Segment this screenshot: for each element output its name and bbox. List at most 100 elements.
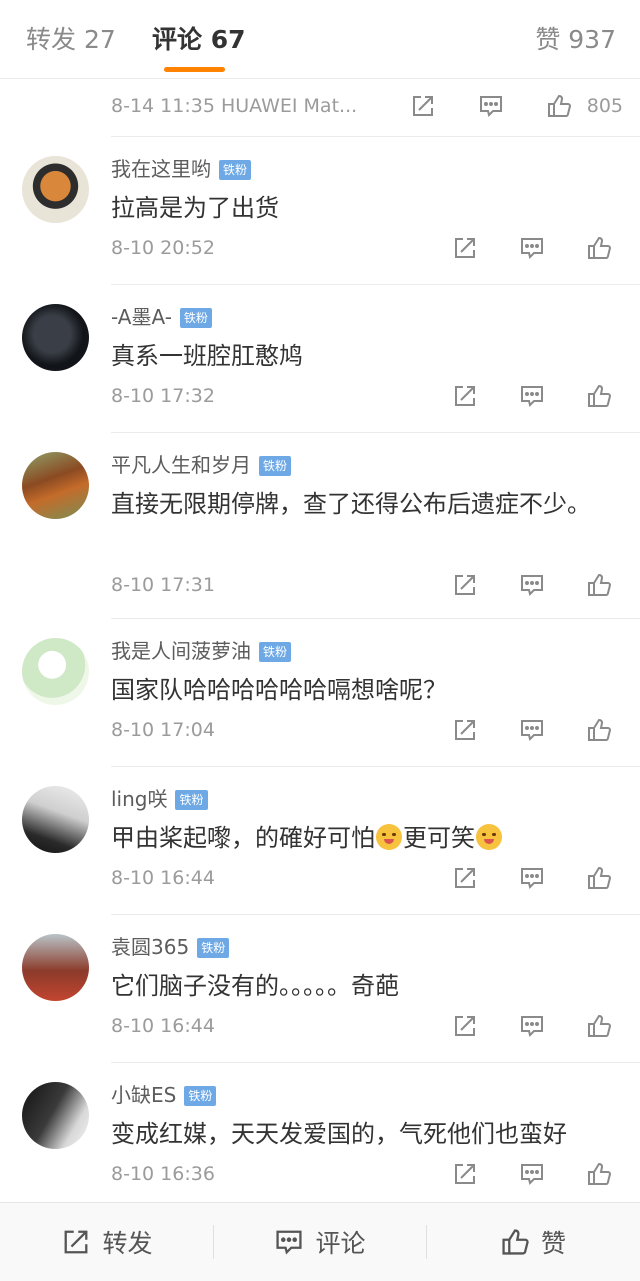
repost-icon[interactable] xyxy=(451,571,479,599)
fan-badge: 铁粉 xyxy=(219,160,252,180)
comment-time: 8-10 17:32 xyxy=(111,385,215,407)
comment-meta: 8-10 16:36 xyxy=(111,1156,623,1192)
like-button-label: 赞 xyxy=(540,1229,566,1258)
comment-icon[interactable] xyxy=(518,234,546,262)
tab-likes[interactable]: 赞 937 xyxy=(535,22,616,58)
username-text: 我是人间菠萝油 xyxy=(111,639,251,663)
comment-text: 真系一班腔肛憨鸠 xyxy=(111,336,626,377)
like-button[interactable]: 赞 xyxy=(426,1203,639,1281)
username[interactable]: 袁圆365 铁粉 xyxy=(111,932,230,962)
avatar[interactable] xyxy=(22,934,89,1001)
comment-meta: 8-10 16:44 xyxy=(111,1008,623,1044)
repost-button-label: 转发 xyxy=(102,1229,153,1258)
fan-badge: 铁粉 xyxy=(184,1086,217,1106)
divider xyxy=(111,136,640,137)
avatar[interactable] xyxy=(22,638,89,705)
username[interactable]: 我是人间菠萝油 铁粉 xyxy=(111,636,292,666)
like-count: 805 xyxy=(586,95,623,117)
comment-button-label: 评论 xyxy=(315,1229,366,1258)
comment-button[interactable]: 评论 xyxy=(213,1203,426,1281)
smile-emoji-icon xyxy=(476,824,502,850)
comment-text: 拉高是为了出货 xyxy=(111,188,626,229)
avatar[interactable] xyxy=(22,1082,89,1149)
comment-meta: 8-10 17:32 xyxy=(111,378,623,414)
like-icon[interactable] xyxy=(545,92,573,120)
repost-icon[interactable] xyxy=(451,1012,479,1040)
username[interactable]: ling咲 铁粉 xyxy=(111,784,208,814)
comment-text-part: 甲由桨起嚟，的確好可怕 xyxy=(111,824,375,852)
divider xyxy=(111,1062,640,1063)
like-icon xyxy=(502,1229,529,1255)
comment-time: 8-10 16:44 xyxy=(111,867,215,889)
fan-badge: 铁粉 xyxy=(259,456,292,476)
username[interactable]: 小缺ES 铁粉 xyxy=(111,1080,217,1110)
yum-emoji-icon xyxy=(376,824,402,850)
repost-icon[interactable] xyxy=(451,716,479,744)
active-tab-indicator xyxy=(164,67,225,72)
comment-meta: 8-10 17:31 xyxy=(111,567,623,603)
repost-icon[interactable] xyxy=(451,382,479,410)
like-icon[interactable] xyxy=(585,571,613,599)
comment-text-content: 变成红媒，天天发爱国的，气死他们也蛮好 xyxy=(111,1120,567,1148)
like-icon[interactable] xyxy=(585,234,613,262)
username-text: ling咲 xyxy=(111,787,168,811)
repost-icon xyxy=(65,1230,88,1254)
username[interactable]: 我在这里哟 铁粉 xyxy=(111,154,252,184)
username[interactable]: -A墨A- 铁粉 xyxy=(111,302,212,332)
comment-time: 8-10 16:36 xyxy=(111,1163,215,1185)
comment-meta: 8-10 20:52 xyxy=(111,230,623,266)
repost-icon[interactable] xyxy=(451,234,479,262)
username-text: 我在这里哟 xyxy=(111,157,211,181)
comment-icon[interactable] xyxy=(518,864,546,892)
username[interactable]: 平凡人生和岁月 铁粉 xyxy=(111,450,292,480)
comment-time: 8-10 16:44 xyxy=(111,1015,215,1037)
tab-repost[interactable]: 转发 27 xyxy=(26,22,116,58)
comment-icon[interactable] xyxy=(518,1160,546,1188)
comment-text-content: 它们脑子没有的。。。。。奇葩 xyxy=(111,972,399,1000)
avatar[interactable] xyxy=(22,786,89,853)
username-text: -A墨A- xyxy=(111,305,172,329)
username-text: 袁圆365 xyxy=(111,935,190,959)
divider xyxy=(111,284,640,285)
fan-badge: 铁粉 xyxy=(197,938,230,958)
repost-icon[interactable] xyxy=(409,92,437,120)
fan-badge: 铁粉 xyxy=(259,642,292,662)
username-text: 平凡人生和岁月 xyxy=(111,453,251,477)
like-icon[interactable] xyxy=(585,382,613,410)
comment-meta: 8-10 16:44 xyxy=(111,860,623,896)
comment-time: 8-10 20:52 xyxy=(111,237,215,259)
comment-time: 8-10 17:31 xyxy=(111,574,215,596)
comment-time: 8-14 11:35 HUAWEI Mat... xyxy=(111,95,358,117)
comment-time: 8-10 17:04 xyxy=(111,719,215,741)
like-icon[interactable] xyxy=(585,1160,613,1188)
tab-bar: 转发 27 评论 67 赞 937 xyxy=(0,0,640,79)
avatar[interactable] xyxy=(22,156,89,223)
comment-text-content: 直接无限期停牌，查了还得公布后遗症不少。 xyxy=(111,490,591,518)
repost-button[interactable]: 转发 xyxy=(0,1203,213,1281)
comment-icon[interactable] xyxy=(518,382,546,410)
comment-text: 国家队哈哈哈哈哈哈嗝想啥呢？ xyxy=(111,670,626,711)
divider xyxy=(111,766,640,767)
comment-text-content: 拉高是为了出货 xyxy=(111,194,279,222)
comment-icon[interactable] xyxy=(518,571,546,599)
tab-comments[interactable]: 评论 67 xyxy=(152,22,246,58)
comment-meta: 8-10 17:04 xyxy=(111,712,623,748)
divider xyxy=(111,618,640,619)
like-icon[interactable] xyxy=(585,864,613,892)
bottom-action-bar: 转发 评论 赞 xyxy=(0,1202,640,1281)
username-text: 小缺ES xyxy=(111,1083,177,1107)
repost-icon[interactable] xyxy=(451,864,479,892)
avatar[interactable] xyxy=(22,304,89,371)
comment-icon xyxy=(276,1230,303,1255)
comment-icon[interactable] xyxy=(518,1012,546,1040)
comment-text-content: 真系一班腔肛憨鸠 xyxy=(111,342,303,370)
comment-text: 它们脑子没有的。。。。。奇葩 xyxy=(111,966,626,1007)
avatar[interactable] xyxy=(22,452,89,519)
like-icon[interactable] xyxy=(585,1012,613,1040)
divider xyxy=(111,914,640,915)
repost-icon[interactable] xyxy=(451,1160,479,1188)
comment-icon[interactable] xyxy=(518,716,546,744)
like-icon[interactable] xyxy=(585,716,613,744)
comment-text: 变成红媒，天天发爱国的，气死他们也蛮好 xyxy=(111,1114,626,1155)
comment-icon[interactable] xyxy=(477,92,505,120)
